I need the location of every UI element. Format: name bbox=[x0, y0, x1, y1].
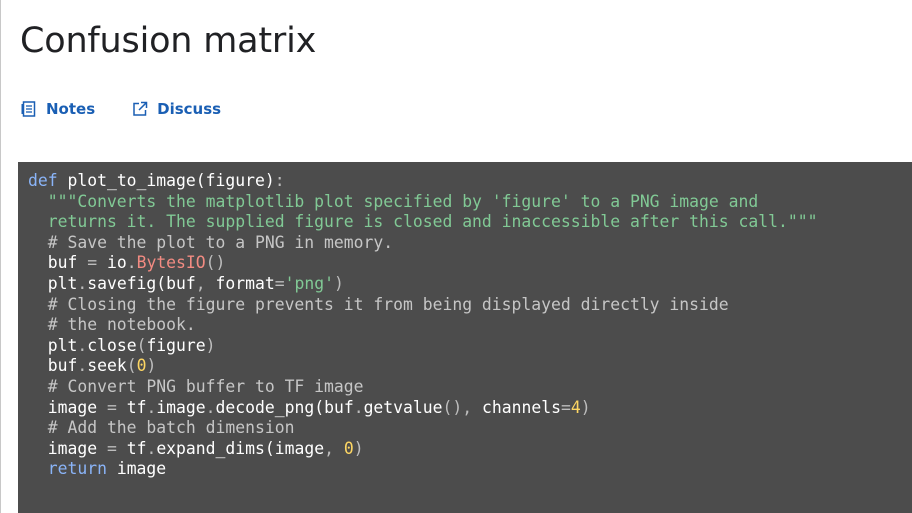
code-token: = bbox=[560, 397, 571, 417]
notes-icon bbox=[20, 100, 38, 118]
code-token: # Save the plot to a PNG in memory. bbox=[28, 232, 394, 252]
code-line: def plot_to_image(figure): bbox=[28, 171, 912, 192]
code-line: image = tf.image.decode_png(buf.getvalue… bbox=[28, 398, 912, 419]
code-token: figure bbox=[146, 335, 206, 355]
code-token: seek bbox=[87, 356, 127, 376]
code-token: ) bbox=[353, 438, 364, 458]
code-token: . bbox=[77, 273, 88, 293]
code-token: . bbox=[77, 335, 88, 355]
code-token: returns it. The supplied figure is close… bbox=[28, 212, 818, 232]
discuss-link-label: Discuss bbox=[157, 100, 222, 118]
code-token: ( bbox=[126, 356, 137, 376]
code-token: = bbox=[274, 273, 285, 293]
code-token: io bbox=[97, 253, 127, 273]
code-token: buf bbox=[28, 253, 88, 273]
code-token: savefig(buf bbox=[87, 273, 196, 293]
code-token: 0 bbox=[136, 356, 147, 376]
code-token: plt bbox=[28, 335, 78, 355]
code-line: # Add the batch dimension bbox=[28, 418, 912, 439]
code-line: plt.savefig(buf, format='png') bbox=[28, 274, 912, 295]
code-token: () bbox=[205, 253, 226, 273]
code-token: format bbox=[205, 273, 275, 293]
code-token: # the notebook. bbox=[28, 315, 196, 335]
code-line: # Convert PNG buffer to TF image bbox=[28, 377, 912, 398]
code-block[interactable]: def plot_to_image(figure): """Converts t… bbox=[18, 162, 912, 513]
code-token: # Add the batch dimension bbox=[28, 418, 295, 438]
code-token: 4 bbox=[570, 397, 581, 417]
code-token: getvalue bbox=[363, 397, 443, 417]
code-line: image = tf.expand_dims(image, 0) bbox=[28, 439, 912, 460]
code-line: plt.close(figure) bbox=[28, 336, 912, 357]
code-line: # the notebook. bbox=[28, 315, 912, 336]
code-token: = bbox=[106, 397, 117, 417]
code-line: buf.seek(0) bbox=[28, 356, 912, 377]
notes-link[interactable]: Notes bbox=[20, 100, 95, 118]
code-token: image bbox=[156, 397, 206, 417]
code-token: . bbox=[146, 438, 157, 458]
code-token: decode_png(buf bbox=[215, 397, 354, 417]
code-line: return image bbox=[28, 459, 912, 480]
code-line: buf = io.BytesIO() bbox=[28, 253, 912, 274]
code-token: """Converts the matplotlib plot specifie… bbox=[28, 191, 759, 211]
code-token: (), bbox=[442, 397, 473, 417]
code-token: image bbox=[28, 397, 107, 417]
code-token: def bbox=[28, 171, 58, 190]
code-token: = bbox=[87, 253, 98, 273]
code-token: ) bbox=[333, 273, 344, 293]
code-token: . bbox=[126, 253, 137, 273]
code-token: 'png' bbox=[284, 273, 334, 293]
code-token: tf bbox=[116, 397, 147, 417]
code-token: channels bbox=[472, 397, 561, 417]
external-link-icon bbox=[131, 100, 149, 118]
code-token: image bbox=[106, 459, 167, 479]
code-token: plot_to_image(figure) bbox=[57, 171, 275, 190]
notes-link-label: Notes bbox=[46, 100, 96, 118]
code-token: image bbox=[28, 438, 107, 458]
code-line: # Closing the figure prevents it from be… bbox=[28, 295, 912, 316]
code-line: returns it. The supplied figure is close… bbox=[28, 212, 912, 233]
left-border bbox=[0, 0, 1, 513]
code-token: ) bbox=[205, 335, 216, 355]
code-token: ) bbox=[580, 397, 591, 417]
code-token: # Closing the figure prevents it from be… bbox=[28, 294, 729, 314]
code-token: : bbox=[274, 171, 285, 190]
code-token: # Convert PNG buffer to TF image bbox=[28, 376, 364, 396]
page-title: Confusion matrix bbox=[20, 21, 317, 61]
code-token: close bbox=[87, 335, 137, 355]
code-line: """Converts the matplotlib plot specifie… bbox=[28, 192, 912, 213]
code-line: # Save the plot to a PNG in memory. bbox=[28, 233, 912, 254]
code-token: buf bbox=[28, 356, 78, 376]
code-token: ( bbox=[136, 335, 147, 355]
code-token: BytesIO bbox=[136, 253, 206, 273]
code-token: , bbox=[195, 273, 206, 293]
code-token: . bbox=[353, 397, 364, 417]
code-token: . bbox=[146, 397, 157, 417]
code-token: plt bbox=[28, 273, 78, 293]
code-token: expand_dims(image bbox=[156, 438, 325, 458]
code-token: return bbox=[28, 459, 107, 479]
code-token: tf bbox=[116, 438, 147, 458]
discuss-link[interactable]: Discuss bbox=[131, 100, 221, 118]
code-token: 0 bbox=[343, 438, 354, 458]
code-token: . bbox=[205, 397, 216, 417]
code-token: = bbox=[106, 438, 117, 458]
code-token: . bbox=[77, 356, 88, 376]
code-token: , bbox=[324, 438, 334, 458]
code-token: ) bbox=[146, 356, 157, 376]
link-bar: Notes Discuss bbox=[20, 99, 221, 119]
